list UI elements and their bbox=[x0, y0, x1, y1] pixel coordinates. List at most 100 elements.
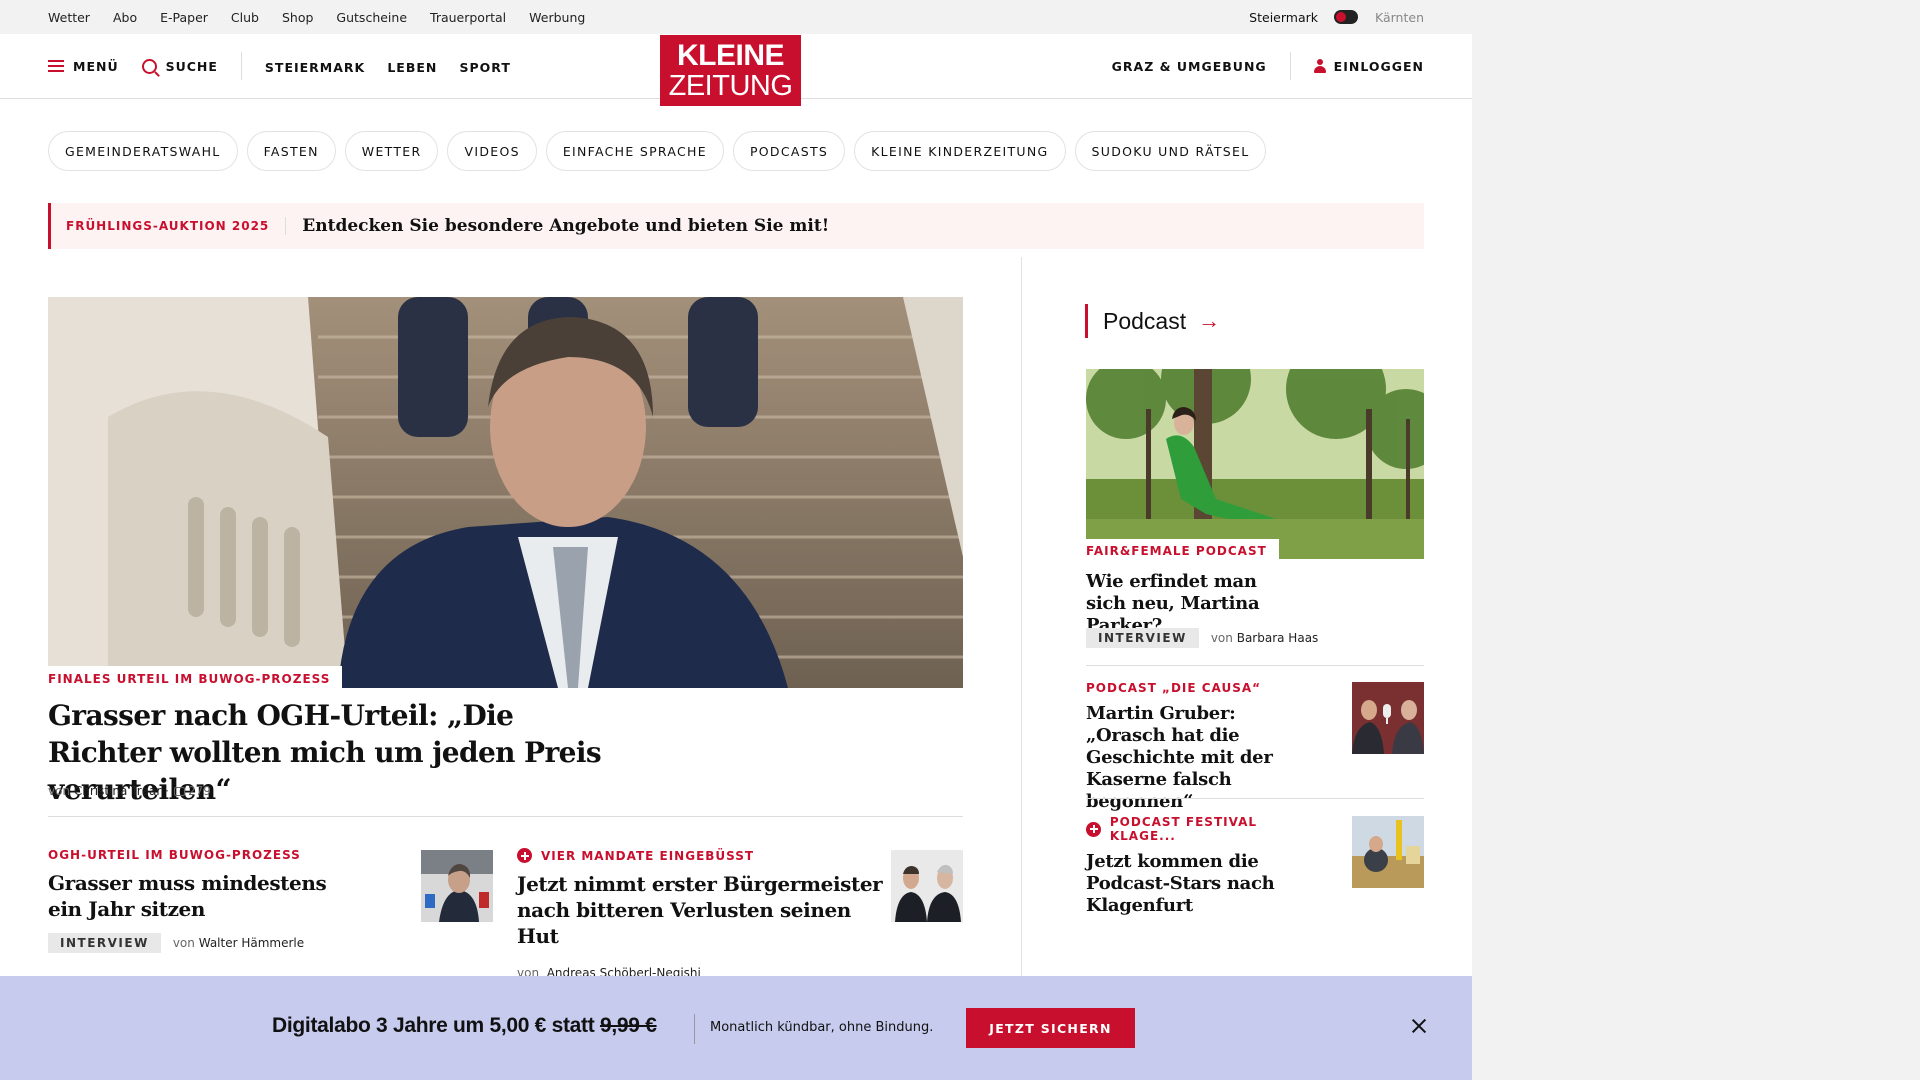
topic-chips: GEMEINDERATSWAHL FASTEN WETTER VIDEOS EI… bbox=[48, 131, 1275, 171]
chip-wetter[interactable]: WETTER bbox=[344, 131, 439, 171]
article-author[interactable]: Walter Hämmerle bbox=[199, 936, 304, 950]
page-gutter bbox=[1472, 0, 1920, 1080]
article-title[interactable]: Jetzt nimmt erster Bürgermeister nach bi… bbox=[517, 871, 887, 949]
podcast-kicker: FAIR&FEMALE PODCAST bbox=[1086, 544, 1267, 558]
byline-prefix: von bbox=[48, 784, 71, 798]
region-toggle[interactable] bbox=[1334, 10, 1358, 24]
podcast-item[interactable]: PODCAST FESTIVAL KLAGE... Jetzt kommen d… bbox=[1086, 815, 1326, 917]
podcast-kicker: PODCAST FESTIVAL KLAGE... bbox=[1109, 815, 1258, 843]
thumb-photo bbox=[1352, 682, 1424, 754]
article-title[interactable]: Grasser muss mindestens ein Jahr sitzen bbox=[48, 870, 338, 922]
hamburger-icon bbox=[48, 60, 64, 72]
thumb-photo bbox=[1352, 816, 1424, 888]
subscription-banner: Digitalabo 3 Jahre um 5,00 € statt 9,99 … bbox=[0, 976, 1472, 1080]
page: Wetter Abo E-Paper Club Shop Gutscheine … bbox=[0, 0, 1472, 1080]
comment-count[interactable]: 279 bbox=[188, 784, 211, 798]
util-link-abo[interactable]: Abo bbox=[113, 10, 137, 25]
user-icon bbox=[1313, 59, 1326, 73]
login-button[interactable]: EINLOGGEN bbox=[1313, 58, 1424, 74]
thumb-photo bbox=[891, 850, 963, 922]
interview-badge: INTERVIEW bbox=[48, 933, 161, 953]
hero-byline: von Christina Traar · 279 bbox=[48, 784, 211, 798]
chip-kinderzeitung[interactable]: KLEINE KINDERZEITUNG bbox=[854, 131, 1066, 171]
podcast-image[interactable] bbox=[1086, 369, 1424, 559]
article-card[interactable]: OGH-URTEIL IM BUWOG-PROZESS Grasser muss… bbox=[48, 848, 378, 953]
menu-button[interactable]: MENÜ bbox=[48, 59, 119, 74]
offer-prefix: Digitalabo 3 Jahre um 5,00 € statt bbox=[272, 1014, 595, 1037]
podcast-title[interactable]: Martin Gruber: „Orasch hat die Geschicht… bbox=[1086, 703, 1316, 813]
article-byline: INTERVIEW von Walter Hämmerle bbox=[48, 933, 378, 953]
chip-fasten[interactable]: FASTEN bbox=[246, 131, 336, 171]
util-link-club[interactable]: Club bbox=[231, 10, 259, 25]
podcast-divider bbox=[1086, 665, 1424, 666]
podcast-kicker: PODCAST „DIE CAUSA“ bbox=[1086, 681, 1262, 695]
site-logo[interactable]: KLEINE ZEITUNG bbox=[660, 35, 801, 106]
byline-separator: · bbox=[165, 784, 170, 798]
utility-bar: Wetter Abo E-Paper Club Shop Gutscheine … bbox=[0, 0, 1472, 34]
arrow-right-icon: → bbox=[1198, 308, 1221, 333]
chip-podcasts[interactable]: PODCASTS bbox=[732, 131, 846, 171]
nav-sport[interactable]: SPORT bbox=[459, 60, 510, 75]
offer-subtext: Monatlich kündbar, ohne Bindung. bbox=[710, 1020, 934, 1035]
subscribe-button[interactable]: JETZT SICHERN bbox=[966, 1008, 1135, 1048]
podcast-kicker-wrap: FAIR&FEMALE PODCAST bbox=[1086, 539, 1279, 563]
search-icon bbox=[141, 58, 157, 74]
promo-text: Entdecken Sie besondere Angebote und bie… bbox=[302, 216, 830, 236]
article-kicker-wrap: VIER MANDATE EINGEBÜSST bbox=[517, 848, 887, 863]
podcast-heading[interactable]: Podcast → bbox=[1085, 304, 1220, 338]
old-price: 9,99 € bbox=[599, 1014, 657, 1037]
search-button[interactable]: SUCHE bbox=[141, 58, 218, 74]
util-link-epaper[interactable]: E-Paper bbox=[160, 10, 208, 25]
comment-icon bbox=[174, 786, 186, 796]
microphone-icon bbox=[1383, 704, 1391, 718]
toggle-knob bbox=[1336, 12, 1346, 22]
chip-videos[interactable]: VIDEOS bbox=[447, 131, 537, 171]
main-nav: STEIERMARK LEBEN SPORT bbox=[265, 57, 528, 76]
hero-author[interactable]: Christina Traar bbox=[74, 784, 161, 798]
podcast-author[interactable]: Barbara Haas bbox=[1237, 631, 1319, 645]
banner-divider bbox=[694, 1014, 695, 1044]
login-label: EINLOGGEN bbox=[1333, 58, 1424, 74]
logo-line1: KLEINE bbox=[676, 39, 785, 72]
nav-steiermark[interactable]: STEIERMARK bbox=[265, 60, 365, 75]
nav-leben[interactable]: LEBEN bbox=[387, 60, 437, 75]
hero-image[interactable] bbox=[48, 297, 963, 688]
article-card[interactable]: VIER MANDATE EINGEBÜSST Jetzt nimmt erst… bbox=[517, 848, 887, 980]
util-link-gutscheine[interactable]: Gutscheine bbox=[336, 10, 407, 25]
promo-tag: FRÜHLINGS-AUKTION 2025 bbox=[51, 217, 287, 235]
podcast-divider bbox=[1086, 798, 1424, 799]
podcast-byline: INTERVIEW von Barbara Haas bbox=[1086, 628, 1318, 648]
offer-text: Digitalabo 3 Jahre um 5,00 € statt 9,99 … bbox=[272, 1014, 657, 1038]
hero-photo bbox=[48, 297, 963, 688]
article-kicker: VIER MANDATE EINGEBÜSST bbox=[541, 848, 755, 863]
podcast-item[interactable]: PODCAST „DIE CAUSA“ Martin Gruber: „Oras… bbox=[1086, 681, 1316, 813]
plus-icon bbox=[1086, 821, 1101, 837]
chip-gemeinderatswahl[interactable]: GEMEINDERATSWAHL bbox=[48, 131, 238, 171]
close-icon[interactable] bbox=[1410, 1017, 1428, 1035]
podcast-thumbnail[interactable] bbox=[1352, 816, 1424, 888]
util-link-shop[interactable]: Shop bbox=[282, 10, 313, 25]
util-link-werbung[interactable]: Werbung bbox=[529, 10, 585, 25]
region-kaernten[interactable]: Kärnten bbox=[1375, 10, 1424, 25]
chip-einfache-sprache[interactable]: EINFACHE SPRACHE bbox=[545, 131, 724, 171]
podcast-thumbnail[interactable] bbox=[1352, 682, 1424, 754]
byline-prefix: von bbox=[1210, 631, 1233, 645]
podcast-title[interactable]: Jetzt kommen die Podcast-Stars nach Klag… bbox=[1086, 851, 1326, 917]
chip-sudoku[interactable]: SUDOKU UND RÄTSEL bbox=[1074, 131, 1267, 171]
util-link-trauerportal[interactable]: Trauerportal bbox=[430, 10, 506, 25]
logo-line2: ZEITUNG bbox=[668, 70, 793, 102]
region-switch: Steiermark Kärnten bbox=[1249, 0, 1424, 34]
promo-bar[interactable]: FRÜHLINGS-AUKTION 2025 Entdecken Sie bes… bbox=[48, 203, 1424, 249]
search-label: SUCHE bbox=[165, 58, 218, 74]
hero-kicker: FINALES URTEIL IM BUWOG-PROZESS bbox=[48, 666, 343, 688]
main-header: MENÜ SUCHE STEIERMARK LEBEN SPORT KLEINE… bbox=[0, 34, 1472, 106]
interview-badge: INTERVIEW bbox=[1086, 628, 1199, 648]
byline-prefix: von bbox=[172, 936, 195, 950]
plus-icon bbox=[517, 848, 532, 863]
article-thumbnail[interactable] bbox=[891, 850, 963, 922]
util-link-wetter[interactable]: Wetter bbox=[48, 10, 90, 25]
hero-divider bbox=[48, 816, 963, 817]
region-steiermark[interactable]: Steiermark bbox=[1249, 10, 1318, 25]
article-thumbnail[interactable] bbox=[421, 850, 493, 922]
region-link[interactable]: GRAZ & UMGEBUNG bbox=[1112, 59, 1267, 74]
